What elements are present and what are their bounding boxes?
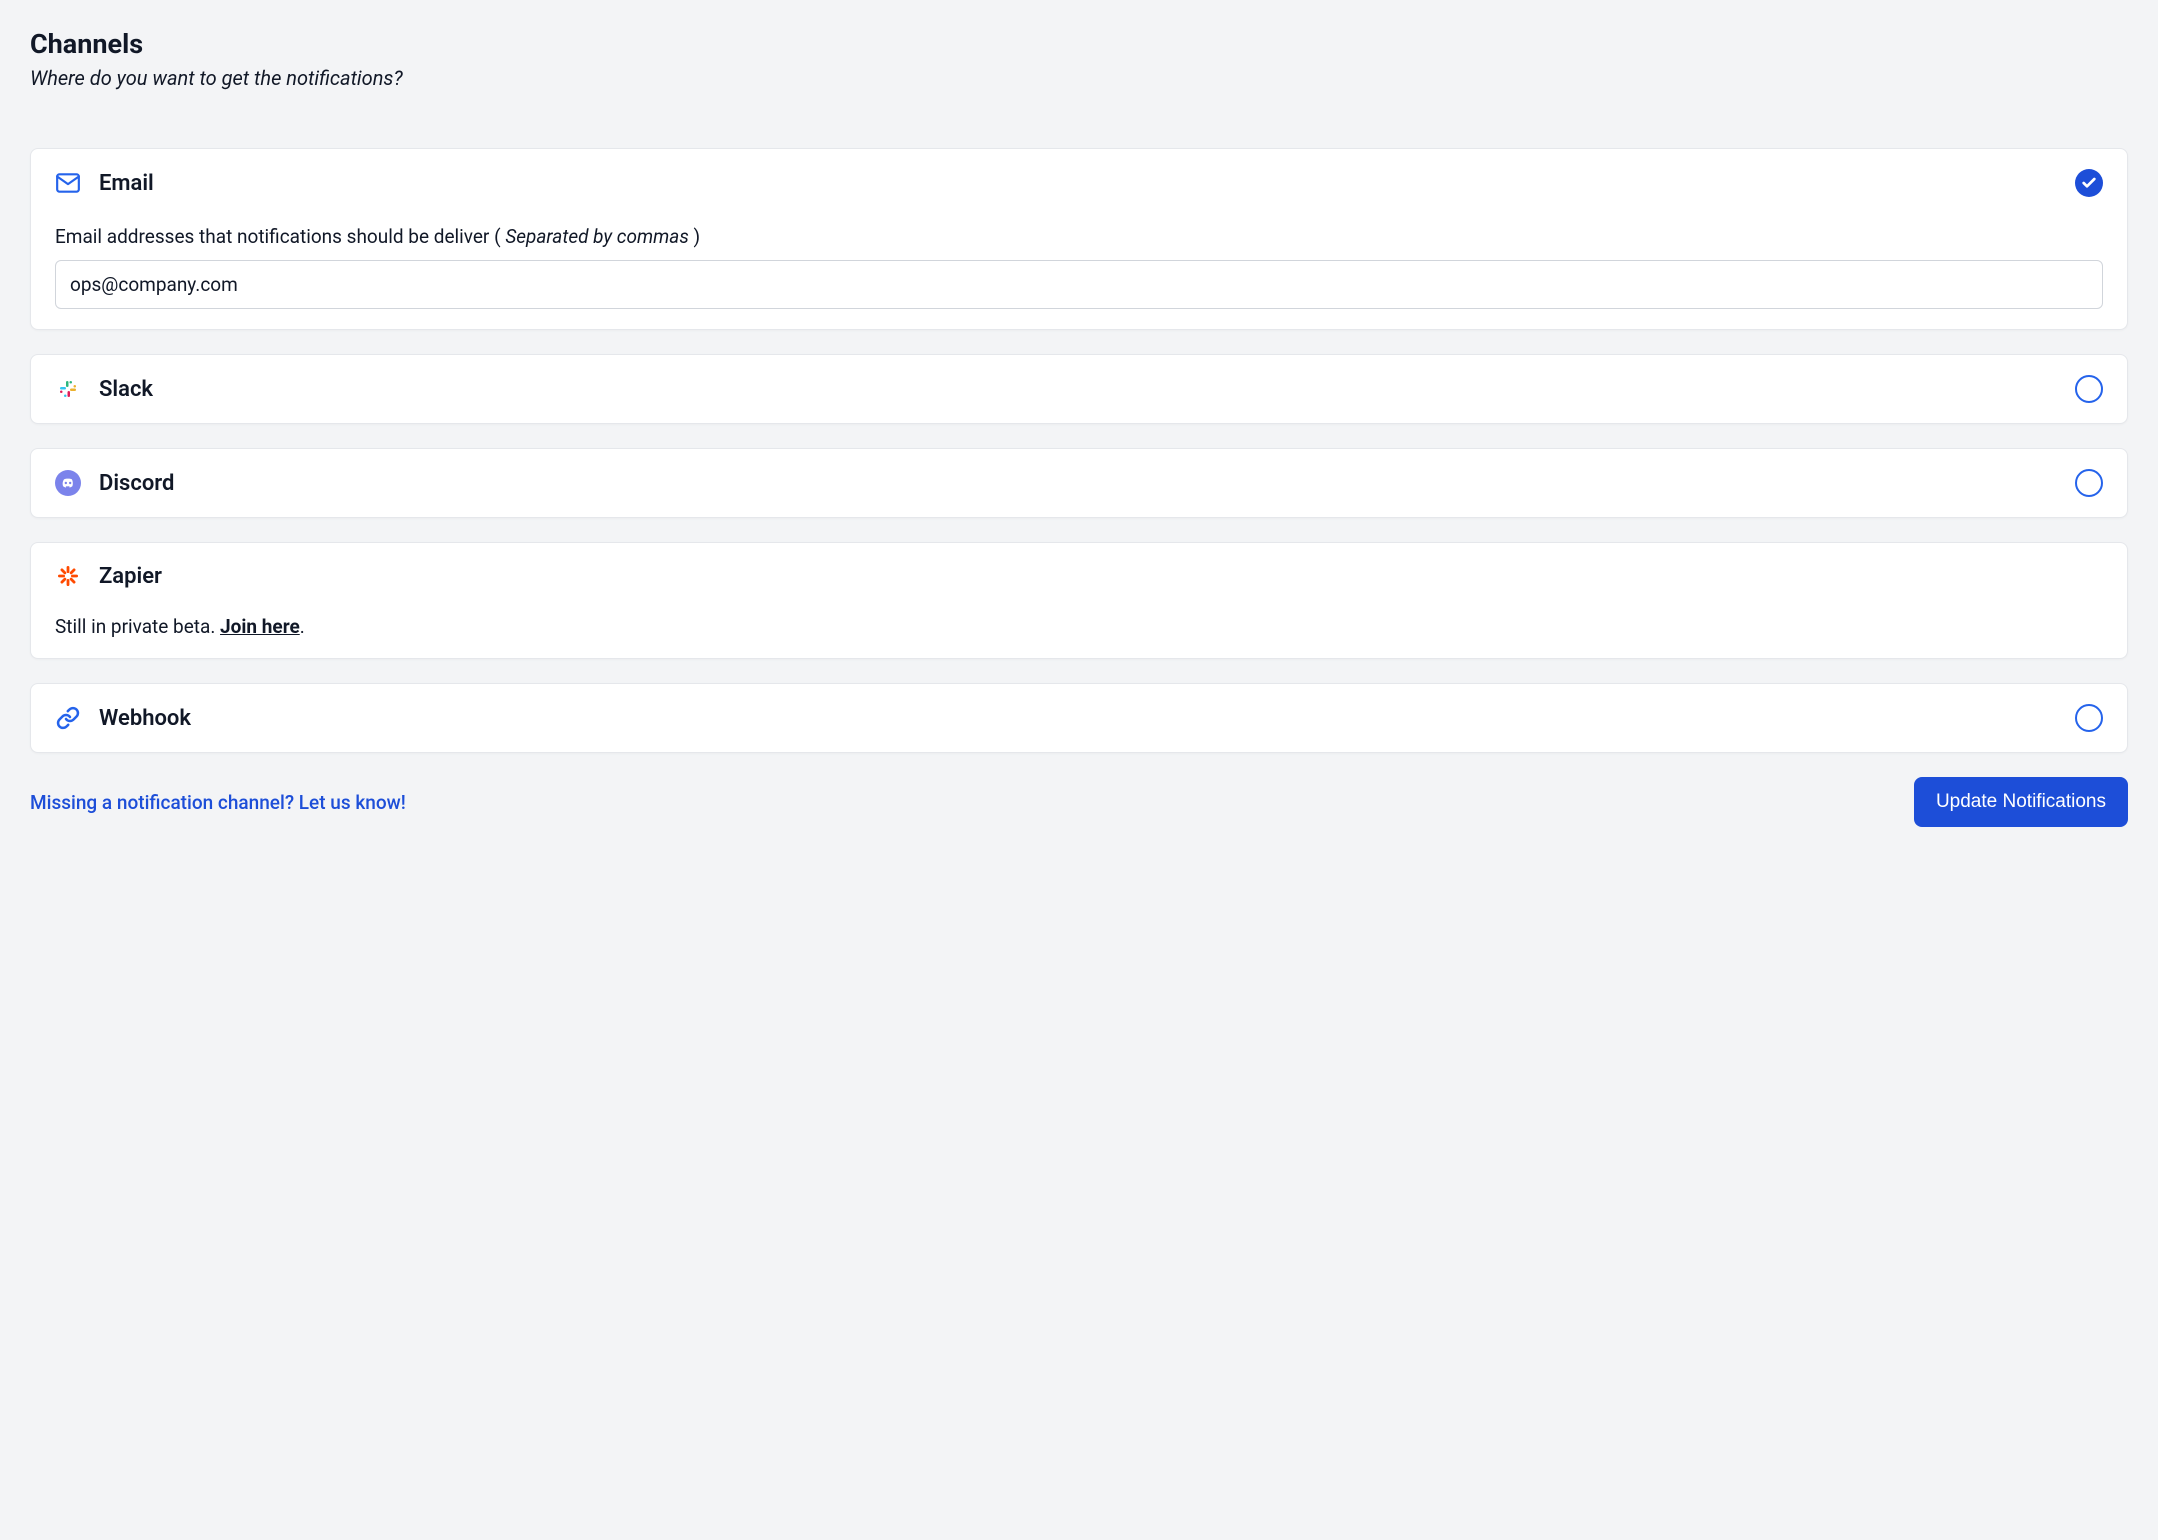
zapier-icon <box>55 563 81 589</box>
zapier-beta-suffix: . <box>300 615 305 638</box>
zapier-beta-notice: Still in private beta. Join here. <box>55 615 2103 638</box>
channel-title: Discord <box>99 471 174 496</box>
channel-header: Discord <box>55 469 2103 497</box>
channel-card-webhook: Webhook <box>30 683 2128 753</box>
missing-channel-link[interactable]: Missing a notification channel? Let us k… <box>30 791 406 814</box>
zapier-beta-text: Still in private beta. <box>55 615 220 638</box>
channel-header: Zapier <box>55 563 2103 589</box>
email-label-hint: Separated by commas <box>505 225 689 248</box>
channel-header: Webhook <box>55 704 2103 732</box>
channel-header-left: Webhook <box>55 705 191 731</box>
channel-card-email: Email Email addresses that notifications… <box>30 148 2128 330</box>
link-icon <box>55 705 81 731</box>
email-input[interactable] <box>55 260 2103 309</box>
page-title: Channels <box>30 28 2128 60</box>
channel-title: Webhook <box>99 706 191 731</box>
channel-title: Email <box>99 171 154 196</box>
channel-status-toggle[interactable] <box>2075 469 2103 497</box>
email-icon <box>55 170 81 196</box>
channel-header-left: Zapier <box>55 563 162 589</box>
slack-icon <box>55 376 81 402</box>
channel-header-left: Email <box>55 170 154 196</box>
discord-icon <box>55 470 81 496</box>
channel-card-slack: Slack <box>30 354 2128 424</box>
channel-card-zapier: Zapier Still in private beta. Join here. <box>30 542 2128 659</box>
channel-title: Zapier <box>99 564 162 589</box>
channel-status-toggle[interactable] <box>2075 169 2103 197</box>
channel-status-toggle[interactable] <box>2075 704 2103 732</box>
check-icon <box>2081 175 2097 191</box>
channel-header-left: Slack <box>55 376 153 402</box>
page-subtitle: Where do you want to get the notificatio… <box>30 66 2128 90</box>
footer: Missing a notification channel? Let us k… <box>30 777 2128 827</box>
zapier-join-link[interactable]: Join here <box>220 615 300 638</box>
update-notifications-button[interactable]: Update Notifications <box>1914 777 2128 827</box>
channel-title: Slack <box>99 377 153 402</box>
channel-card-discord: Discord <box>30 448 2128 518</box>
email-body: Email addresses that notifications shoul… <box>55 225 2103 309</box>
email-label: Email addresses that notifications shoul… <box>55 225 2103 248</box>
channel-header-left: Discord <box>55 470 174 496</box>
email-label-suffix: ) <box>689 225 700 248</box>
channel-status-toggle[interactable] <box>2075 375 2103 403</box>
channel-header: Slack <box>55 375 2103 403</box>
channel-header: Email <box>55 169 2103 197</box>
email-label-prefix: Email addresses that notifications shoul… <box>55 225 505 248</box>
